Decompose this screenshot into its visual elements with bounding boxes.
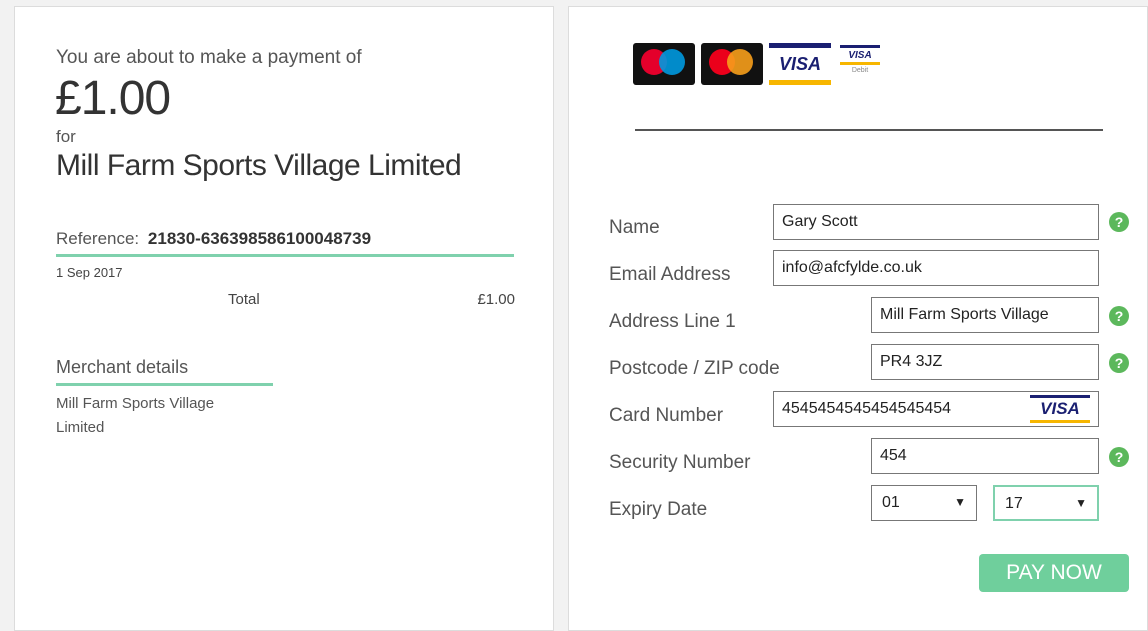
postcode-help-icon[interactable]: ?: [1109, 353, 1129, 373]
visa-debit-logo-icon: VISA Debit: [837, 43, 883, 85]
email-label: Email Address: [609, 264, 731, 285]
reference-value: 21830-636398586100048739: [147, 229, 372, 248]
visa-debit-mark: VISA: [840, 45, 880, 65]
name-label: Name: [609, 217, 660, 238]
security-number-field[interactable]: 454: [871, 438, 1099, 474]
visa-icon: VISA: [1030, 395, 1090, 423]
expiry-year-select[interactable]: 17 ▼: [993, 485, 1099, 521]
accepted-cards: VISA VISA Debit: [633, 43, 883, 85]
chevron-down-icon: ▼: [1075, 496, 1087, 510]
postcode-field[interactable]: PR4 3JZ: [871, 344, 1099, 380]
merchant-name: Mill Farm Sports Village Limited: [56, 149, 462, 182]
chevron-down-icon: ▼: [954, 495, 966, 509]
logos-divider: [635, 129, 1103, 131]
card-payment-panel: VISA VISA Debit Name Gary Scott ? Email …: [568, 6, 1148, 631]
expiry-month-value: 01: [882, 494, 900, 511]
payment-intro-text: You are about to make a payment of: [56, 47, 362, 68]
maestro-logo-icon: [633, 43, 695, 85]
mastercard-logo-icon: [701, 43, 763, 85]
name-field[interactable]: Gary Scott: [773, 204, 1099, 240]
pay-now-button[interactable]: PAY NOW: [979, 554, 1129, 592]
merchant-details-text: Mill Farm Sports Village Limited: [56, 395, 215, 436]
merchant-details-heading: Merchant details: [56, 357, 273, 386]
address-field[interactable]: Mill Farm Sports Village: [871, 297, 1099, 333]
expiry-month-select[interactable]: 01 ▼: [871, 485, 977, 521]
expiry-date-label: Expiry Date: [609, 499, 708, 520]
visa-logo-icon: VISA: [769, 43, 831, 85]
card-number-field[interactable]: 4545454545454545454 VISA: [773, 391, 1099, 427]
payment-amount: £1.00: [55, 72, 171, 125]
name-help-icon[interactable]: ?: [1109, 212, 1129, 232]
debit-label: Debit: [851, 67, 869, 74]
payment-summary-panel: You are about to make a payment of £1.00…: [14, 6, 554, 631]
card-number-value: 4545454545454545454: [782, 400, 952, 417]
address-help-icon[interactable]: ?: [1109, 306, 1129, 326]
for-label: for: [56, 127, 76, 146]
expiry-year-value: 17: [1005, 495, 1023, 512]
total-value: £1.00: [477, 291, 515, 308]
reference-label: Reference:: [56, 229, 140, 248]
address-label: Address Line 1: [609, 311, 736, 332]
card-number-label: Card Number: [609, 405, 724, 426]
email-field[interactable]: info@afcfylde.co.uk: [773, 250, 1099, 286]
reference-row: Reference: 21830-636398586100048739: [56, 229, 514, 257]
postcode-label: Postcode / ZIP code: [609, 358, 780, 379]
payment-date: 1 Sep 2017: [56, 265, 123, 280]
security-help-icon[interactable]: ?: [1109, 447, 1129, 467]
total-label: Total: [228, 291, 260, 308]
security-number-label: Security Number: [609, 452, 751, 473]
